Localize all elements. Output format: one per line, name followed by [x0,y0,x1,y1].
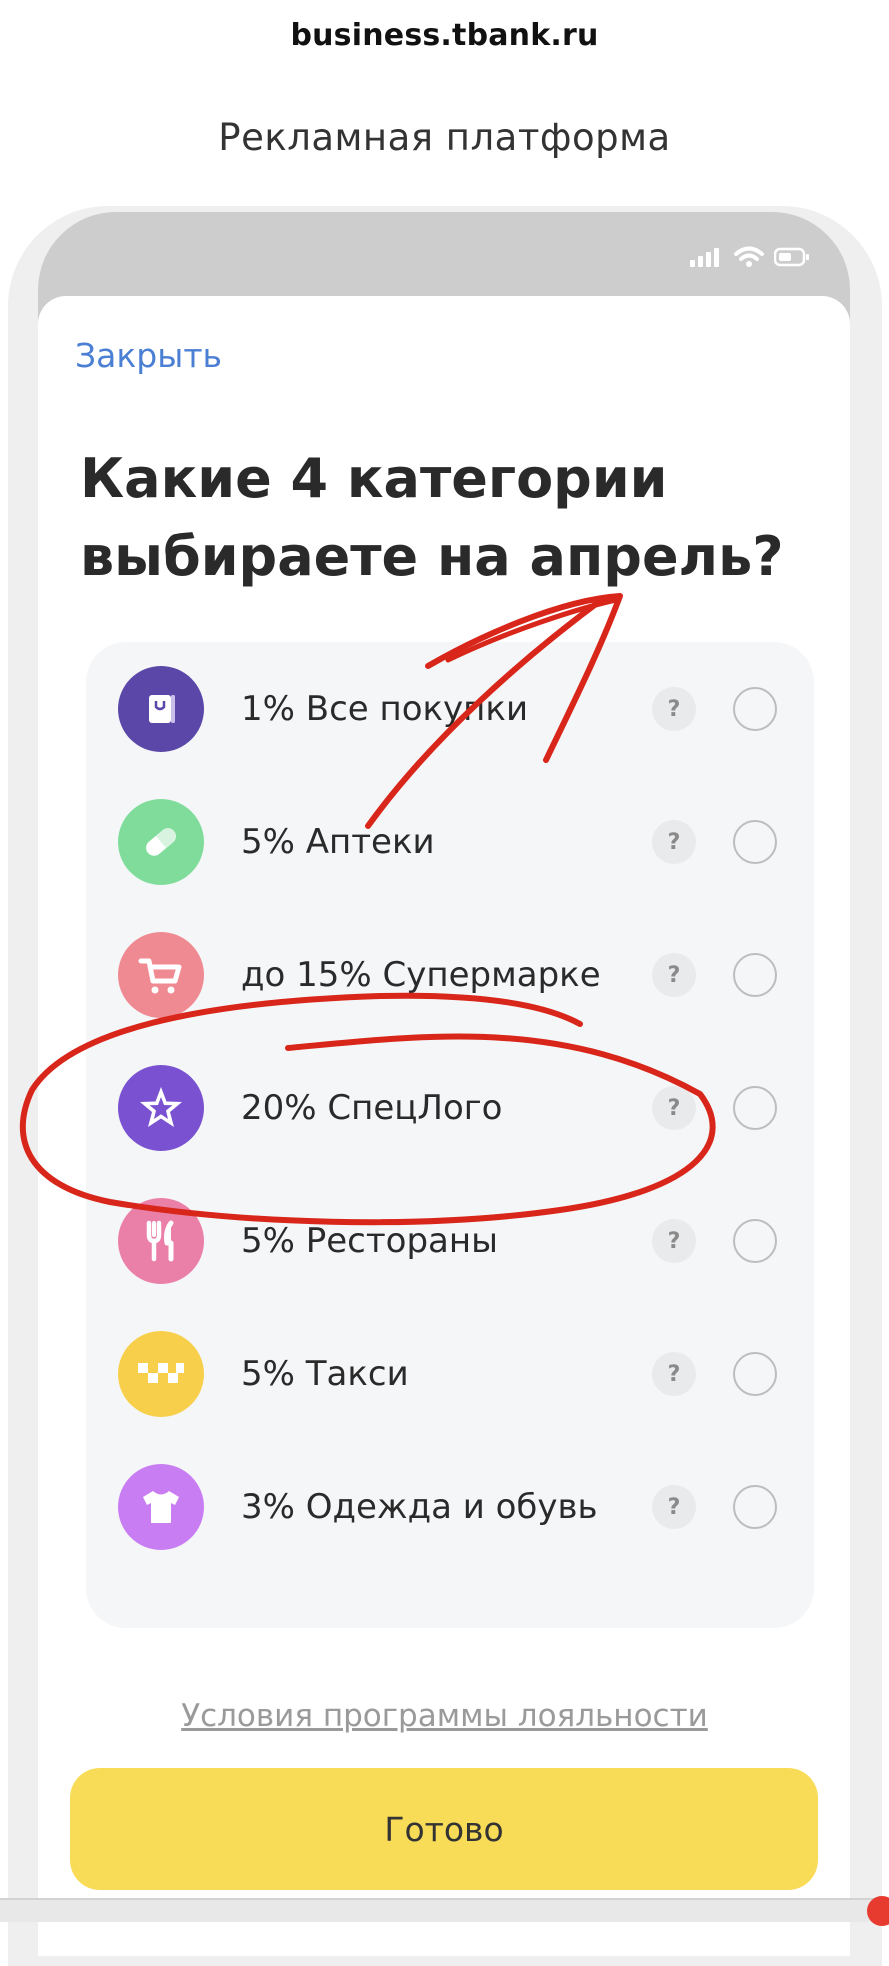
cart-icon [118,932,204,1018]
pill-icon [118,799,204,885]
category-label: 20% СпецЛого [241,1088,503,1128]
bottom-toolbar-edge [0,1898,889,1922]
category-row[interactable]: 5% Аптеки ? [86,775,814,908]
done-button[interactable]: Готово [70,1768,818,1890]
category-radio[interactable] [733,1086,777,1130]
category-row[interactable]: 5% Такси ? [86,1307,814,1440]
star-icon [118,1065,204,1151]
status-icons [690,246,810,272]
help-button[interactable]: ? [652,687,696,731]
wifi-icon [734,246,764,272]
category-label: до 15% Супермаркеты [241,955,601,995]
category-row[interactable]: 20% СпецЛого ? [86,1041,814,1174]
help-button[interactable]: ? [652,1352,696,1396]
help-button[interactable]: ? [652,1086,696,1130]
notification-badge [867,1896,889,1926]
battery-icon [773,247,810,271]
category-radio[interactable] [733,1352,777,1396]
help-button[interactable]: ? [652,820,696,864]
category-row[interactable]: 3% Одежда и обувь ? [86,1440,814,1573]
category-radio[interactable] [733,1219,777,1263]
taxi-checker-icon [118,1331,204,1417]
loyalty-terms-link[interactable]: Условия программы лояльности [0,1698,889,1734]
help-button[interactable]: ? [652,953,696,997]
category-label: 1% Все покупки [241,689,529,729]
tshirt-icon [118,1464,204,1550]
browser-url: business.tbank.ru [290,18,599,53]
category-radio[interactable] [733,687,777,731]
category-label: 3% Одежда и обувь [241,1487,598,1527]
close-link[interactable]: Закрыть [75,336,222,375]
category-row[interactable]: до 15% Супермаркеты ? [86,908,814,1041]
help-button[interactable]: ? [652,1485,696,1529]
signal-icon [690,247,724,271]
page-header: Рекламная платформа [218,116,671,159]
category-radio[interactable] [733,820,777,864]
category-row[interactable]: 1% Все покупки ? [86,642,814,775]
category-row[interactable]: 5% Рестораны ? [86,1174,814,1307]
fork-knife-icon [118,1198,204,1284]
category-label: 5% Рестораны [241,1221,498,1261]
shopping-bag-icon [118,666,204,752]
modal-title: Какие 4 категории выбираете на апрель? [80,447,784,588]
category-list: 1% Все покупки ? 5% Аптеки ? до 15% Супе… [86,642,814,1628]
category-label: 5% Такси [241,1354,409,1394]
category-radio[interactable] [733,1485,777,1529]
category-radio[interactable] [733,953,777,997]
help-button[interactable]: ? [652,1219,696,1263]
category-label: 5% Аптеки [241,822,435,862]
